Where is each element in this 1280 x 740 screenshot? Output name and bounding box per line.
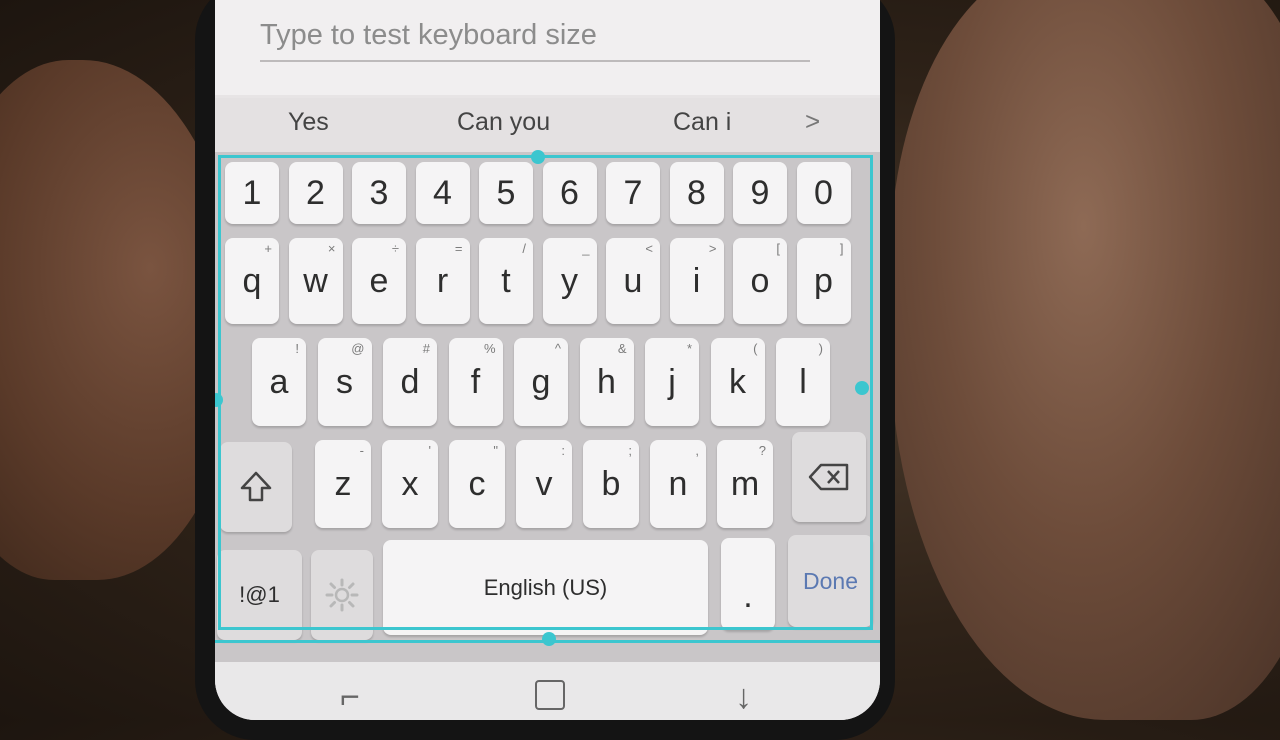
suggestion-1[interactable]: Yes — [288, 108, 329, 137]
right-hand — [890, 0, 1280, 720]
input-area — [215, 0, 880, 95]
resize-handle-bottom[interactable] — [542, 632, 556, 646]
home-icon[interactable] — [535, 680, 565, 710]
keyboard-size-test-input[interactable] — [260, 10, 810, 62]
chevron-right-icon[interactable]: > — [805, 106, 820, 137]
navigation-bar: ⌐ ↓ — [215, 662, 880, 720]
back-icon[interactable]: ↓ — [735, 678, 752, 717]
suggestion-2[interactable]: Can you — [457, 108, 550, 137]
resize-handle-top[interactable] — [531, 150, 545, 164]
phone-screen: Yes Can you Can i > 1234567890q+w×e÷r=t/… — [215, 0, 880, 720]
recent-apps-icon[interactable]: ⌐ — [340, 678, 360, 717]
suggestion-3[interactable]: Can i — [673, 108, 731, 137]
resize-handle-right[interactable] — [855, 381, 869, 395]
resize-frame[interactable] — [218, 155, 873, 630]
suggestion-bar: Yes Can you Can i > — [215, 98, 880, 152]
